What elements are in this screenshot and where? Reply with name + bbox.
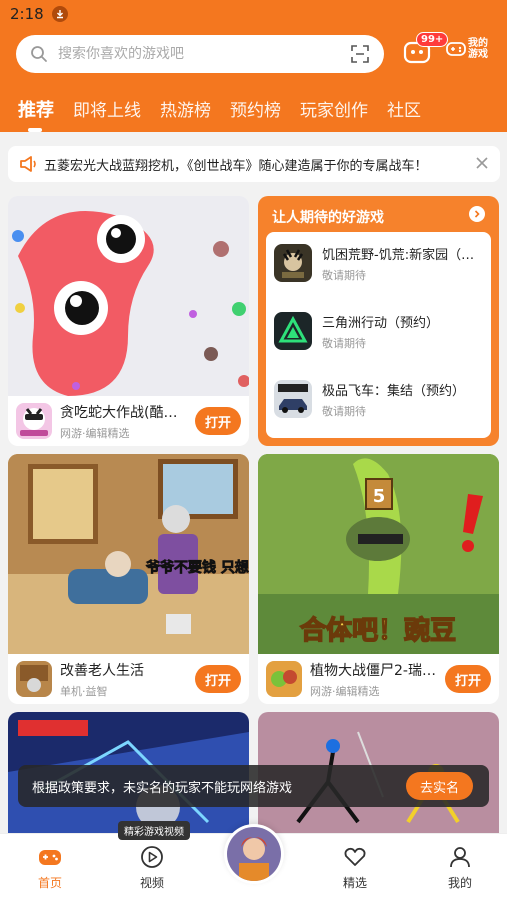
open-button[interactable]: 打开 — [195, 407, 241, 435]
banner-caption: 合体吧！豌豆 — [300, 615, 456, 646]
tab-hot-chart[interactable]: 热游榜 — [160, 96, 211, 122]
game-card[interactable]: 爷爷不要钱 只想要奶奶 改善老人生活 单机·益智 打开 — [8, 454, 249, 704]
user-icon — [450, 847, 470, 868]
game-tag: 网游·编辑精选 — [310, 684, 380, 698]
tab-upcoming[interactable]: 即将上线 — [73, 96, 141, 122]
chevron-right-icon[interactable] — [469, 206, 485, 222]
anticipated-games-card: 让人期待的好游戏 饥困荒野-饥荒:新家园（… 敬请期待 三角洲行动（预约） 敬请… — [258, 196, 499, 446]
nav-video-label: 视频 — [139, 876, 164, 890]
game-info: 植物大战僵尸2-瑞雪… 网游·编辑精选 打开 — [258, 654, 499, 704]
my-games-label: 我的游戏 — [468, 38, 488, 60]
center-featured-button[interactable] — [224, 824, 284, 884]
gamepad-icon — [446, 42, 466, 56]
game-banner-image: 爷爷不要钱 只想要奶奶 — [8, 454, 249, 654]
game-name: 饥困荒野-饥荒:新家园（… — [322, 247, 475, 263]
nav-video[interactable]: 视频 — [122, 844, 182, 891]
game-name: 植物大战僵尸2-瑞雪… — [310, 662, 439, 679]
game-tag: 单机·益智 — [60, 684, 108, 698]
game-name: 极品飞车：集结（预约） — [322, 383, 466, 399]
nav-selected[interactable]: 精选 — [325, 844, 385, 891]
list-item[interactable]: 饥困荒野-饥荒:新家园（… 敬请期待 — [274, 238, 489, 288]
game-name: 三角洲行动（预约） — [322, 315, 440, 331]
message-badge: 99+ — [416, 32, 449, 47]
tab-community[interactable]: 社区 — [387, 96, 421, 122]
announcement-text: 五菱宏光大战蓝翔挖机，《创世战车》随心建造属于你的专属战车！ — [44, 158, 428, 174]
game-card[interactable]: 贪吃蛇大作战(酷洛米… 网游·编辑精选 打开 — [8, 196, 249, 446]
verify-name-button[interactable]: 去实名 — [405, 772, 473, 800]
avatar — [227, 827, 281, 881]
status-bar: 2:18 — [0, 0, 507, 28]
anticipated-title: 让人期待的好游戏 — [272, 210, 384, 226]
app-icon — [274, 380, 312, 418]
game-info: 贪吃蛇大作战(酷洛米… 网游·编辑精选 打开 — [8, 396, 249, 446]
scan-icon[interactable] — [350, 44, 370, 64]
download-icon — [51, 6, 68, 22]
heart-icon — [344, 847, 366, 866]
status-time: 2:18 — [10, 5, 44, 23]
banner-level: 5 — [373, 486, 386, 507]
search-input[interactable] — [58, 46, 350, 62]
app-icon — [16, 661, 52, 697]
game-banner-image — [8, 196, 249, 396]
app-icon — [266, 661, 302, 697]
toast-text: 根据政策要求，未实名的玩家不能玩网络游戏 — [32, 780, 293, 796]
category-tabs: 推荐 即将上线 热游榜 预约榜 玩家创作 社区 — [18, 96, 440, 132]
list-item[interactable]: 极品飞车：集结（预约） 敬请期待 — [274, 374, 489, 424]
app-icon — [16, 403, 52, 439]
my-games-button[interactable]: 我的游戏 — [446, 38, 494, 60]
tab-recommend[interactable]: 推荐 — [18, 96, 54, 132]
open-button[interactable]: 打开 — [445, 665, 491, 693]
nav-mine-label: 我的 — [447, 876, 472, 890]
header: 99+ 我的游戏 推荐 即将上线 热游榜 预约榜 玩家创作 社区 — [0, 28, 507, 132]
game-card[interactable]: 5 合体吧！豌豆 植物大战僵尸2-瑞雪… 网游·编辑精选 打开 — [258, 454, 499, 704]
game-tag: 网游·编辑精选 — [60, 426, 130, 440]
game-banner-image: 5 合体吧！豌豆 — [258, 454, 499, 654]
open-button[interactable]: 打开 — [195, 665, 241, 693]
search-bar[interactable] — [16, 35, 384, 73]
tab-reservation-chart[interactable]: 预约榜 — [230, 96, 281, 122]
game-name: 贪吃蛇大作战(酷洛米… — [60, 404, 189, 421]
announcement-bar[interactable]: 五菱宏光大战蓝翔挖机，《创世战车》随心建造属于你的专属战车！ — [8, 146, 500, 182]
nav-mine[interactable]: 我的 — [430, 844, 490, 891]
real-name-toast: 根据政策要求，未实名的玩家不能玩网络游戏 去实名 — [18, 765, 489, 807]
anticipated-list: 饥困荒野-饥荒:新家园（… 敬请期待 三角洲行动（预约） 敬请期待 极品飞车：集… — [266, 232, 491, 438]
video-tooltip: 精彩游戏视频 — [118, 821, 190, 840]
app-icon — [274, 312, 312, 350]
search-icon — [31, 46, 47, 62]
app-icon — [274, 244, 312, 282]
game-status: 敬请期待 — [322, 336, 366, 350]
nav-selected-label: 精选 — [342, 876, 367, 890]
nav-home-label: 首页 — [37, 876, 62, 890]
game-status: 敬请期待 — [322, 268, 366, 282]
game-name: 改善老人生活 — [60, 662, 144, 679]
nav-home[interactable]: 首页 — [20, 844, 80, 891]
gamepad-icon — [39, 850, 61, 865]
banner-caption: 爷爷不要钱 只想要奶奶 — [146, 559, 249, 576]
megaphone-icon — [20, 156, 36, 172]
play-icon — [141, 846, 163, 868]
close-icon[interactable] — [474, 155, 490, 171]
game-info: 改善老人生活 单机·益智 打开 — [8, 654, 249, 704]
game-status: 敬请期待 — [322, 404, 366, 418]
tab-player-creation[interactable]: 玩家创作 — [300, 96, 368, 122]
list-item[interactable]: 三角洲行动（预约） 敬请期待 — [274, 306, 489, 356]
